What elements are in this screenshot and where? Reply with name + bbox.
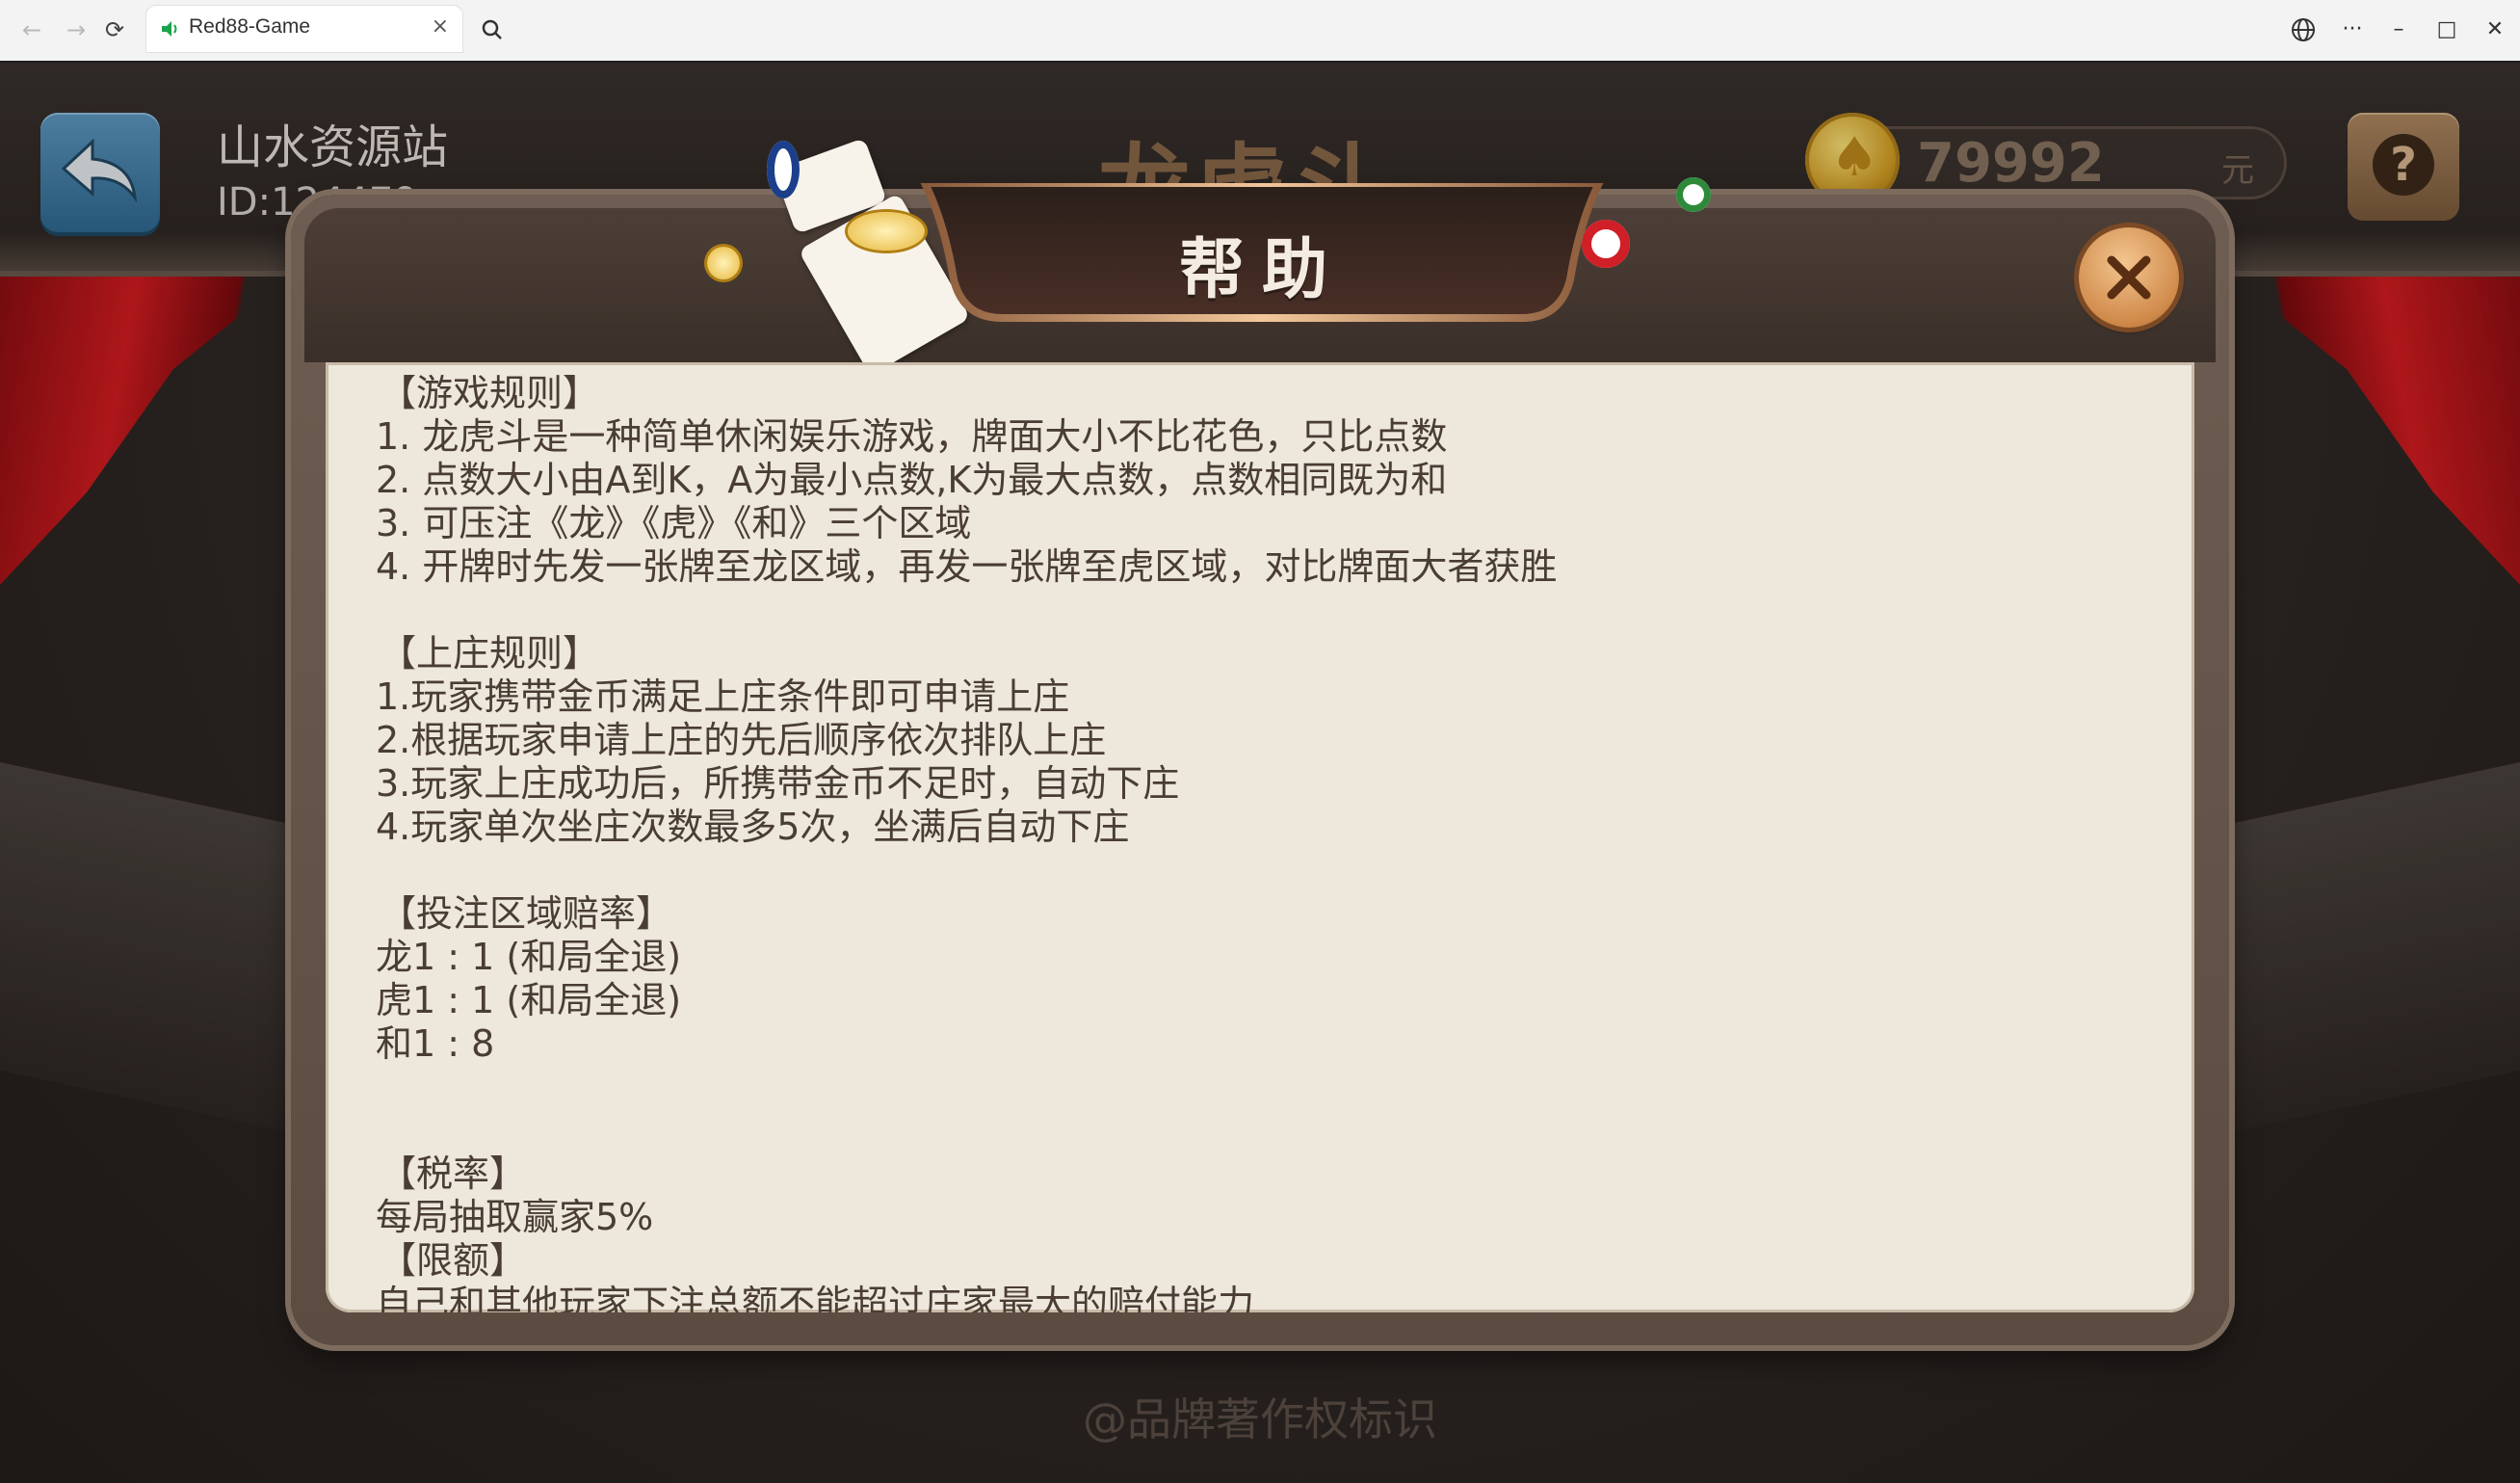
close-window-icon[interactable]: ✕ (2476, 13, 2514, 46)
back-nav-icon[interactable]: ← (15, 13, 48, 46)
help-title: 帮助 (1178, 232, 1345, 308)
section-heading: 【限额】 (380, 1239, 527, 1282)
forward-nav-icon[interactable]: → (60, 13, 92, 46)
chip-decoration (707, 247, 740, 279)
banker-rule-line: 3.玩家上庄成功后，所携带金币不足时，自动下庄 (376, 762, 1180, 805)
tax-line: 每局抽取赢家5% (376, 1196, 654, 1238)
banker-rule-line: 2.根据玩家申请上庄的先后顺序依次排队上庄 (376, 719, 1107, 761)
search-tabs-icon[interactable] (476, 13, 509, 46)
limit-line: 自己和其他玩家下注总额不能超过庄家最大的赔付能力 (376, 1283, 1255, 1312)
reload-icon[interactable]: ⟳ (98, 13, 131, 46)
more-icon[interactable]: ··· (2333, 13, 2372, 46)
close-icon (2107, 255, 2151, 300)
odds-line: 虎1 : 1 (和局全退) (376, 979, 682, 1021)
rule-line: 4. 开牌时先发一张牌至龙区域，再发一张牌至虎区域，对比牌面大者获胜 (376, 545, 1558, 588)
tab-title: Red88-Game (189, 15, 311, 38)
rule-line: 2. 点数大小由A到K，A为最小点数,K为最大点数，点数相同既为和 (376, 459, 1448, 501)
section-heading: 【游戏规则】 (380, 372, 600, 414)
close-tab-icon[interactable]: × (432, 14, 449, 39)
banker-rule-line: 1.玩家携带金币满足上庄条件即可申请上庄 (376, 675, 1070, 718)
banker-rule-line: 4.玩家单次坐庄次数最多5次，坐满后自动下庄 (376, 806, 1130, 848)
browser-tab[interactable]: Red88-Game × (146, 6, 462, 52)
odds-line: 龙1 : 1 (和局全退) (376, 936, 682, 978)
help-content-panel[interactable]: 【游戏规则】 1. 龙虎斗是一种简单休闲娱乐游戏，牌面大小不比花色，只比点数 2… (326, 362, 2194, 1312)
rule-line: 3. 可压注《龙》《虎》《和》三个区域 (376, 502, 972, 544)
odds-line: 和1 : 8 (376, 1022, 495, 1065)
section-heading: 【投注区域赔率】 (380, 892, 673, 935)
globe-icon[interactable] (2287, 13, 2320, 46)
section-heading: 【上庄规则】 (380, 632, 600, 675)
browser-toolbar: ← → ⟳ Red88-Game × ··· – □ ✕ (0, 0, 2520, 63)
close-help-button[interactable] (2079, 227, 2179, 328)
help-text: 【游戏规则】 1. 龙虎斗是一种简单休闲娱乐游戏，牌面大小不比花色，只比点数 2… (376, 372, 2129, 1312)
chip-decoration (767, 141, 800, 199)
chip-decoration (1676, 177, 1711, 212)
section-heading: 【税率】 (380, 1152, 527, 1195)
minimize-icon[interactable]: – (2379, 13, 2418, 46)
sound-playing-icon[interactable] (160, 18, 181, 40)
maximize-icon[interactable]: □ (2428, 13, 2466, 46)
rule-line: 1. 龙虎斗是一种简单休闲娱乐游戏，牌面大小不比花色，只比点数 (376, 415, 1448, 458)
